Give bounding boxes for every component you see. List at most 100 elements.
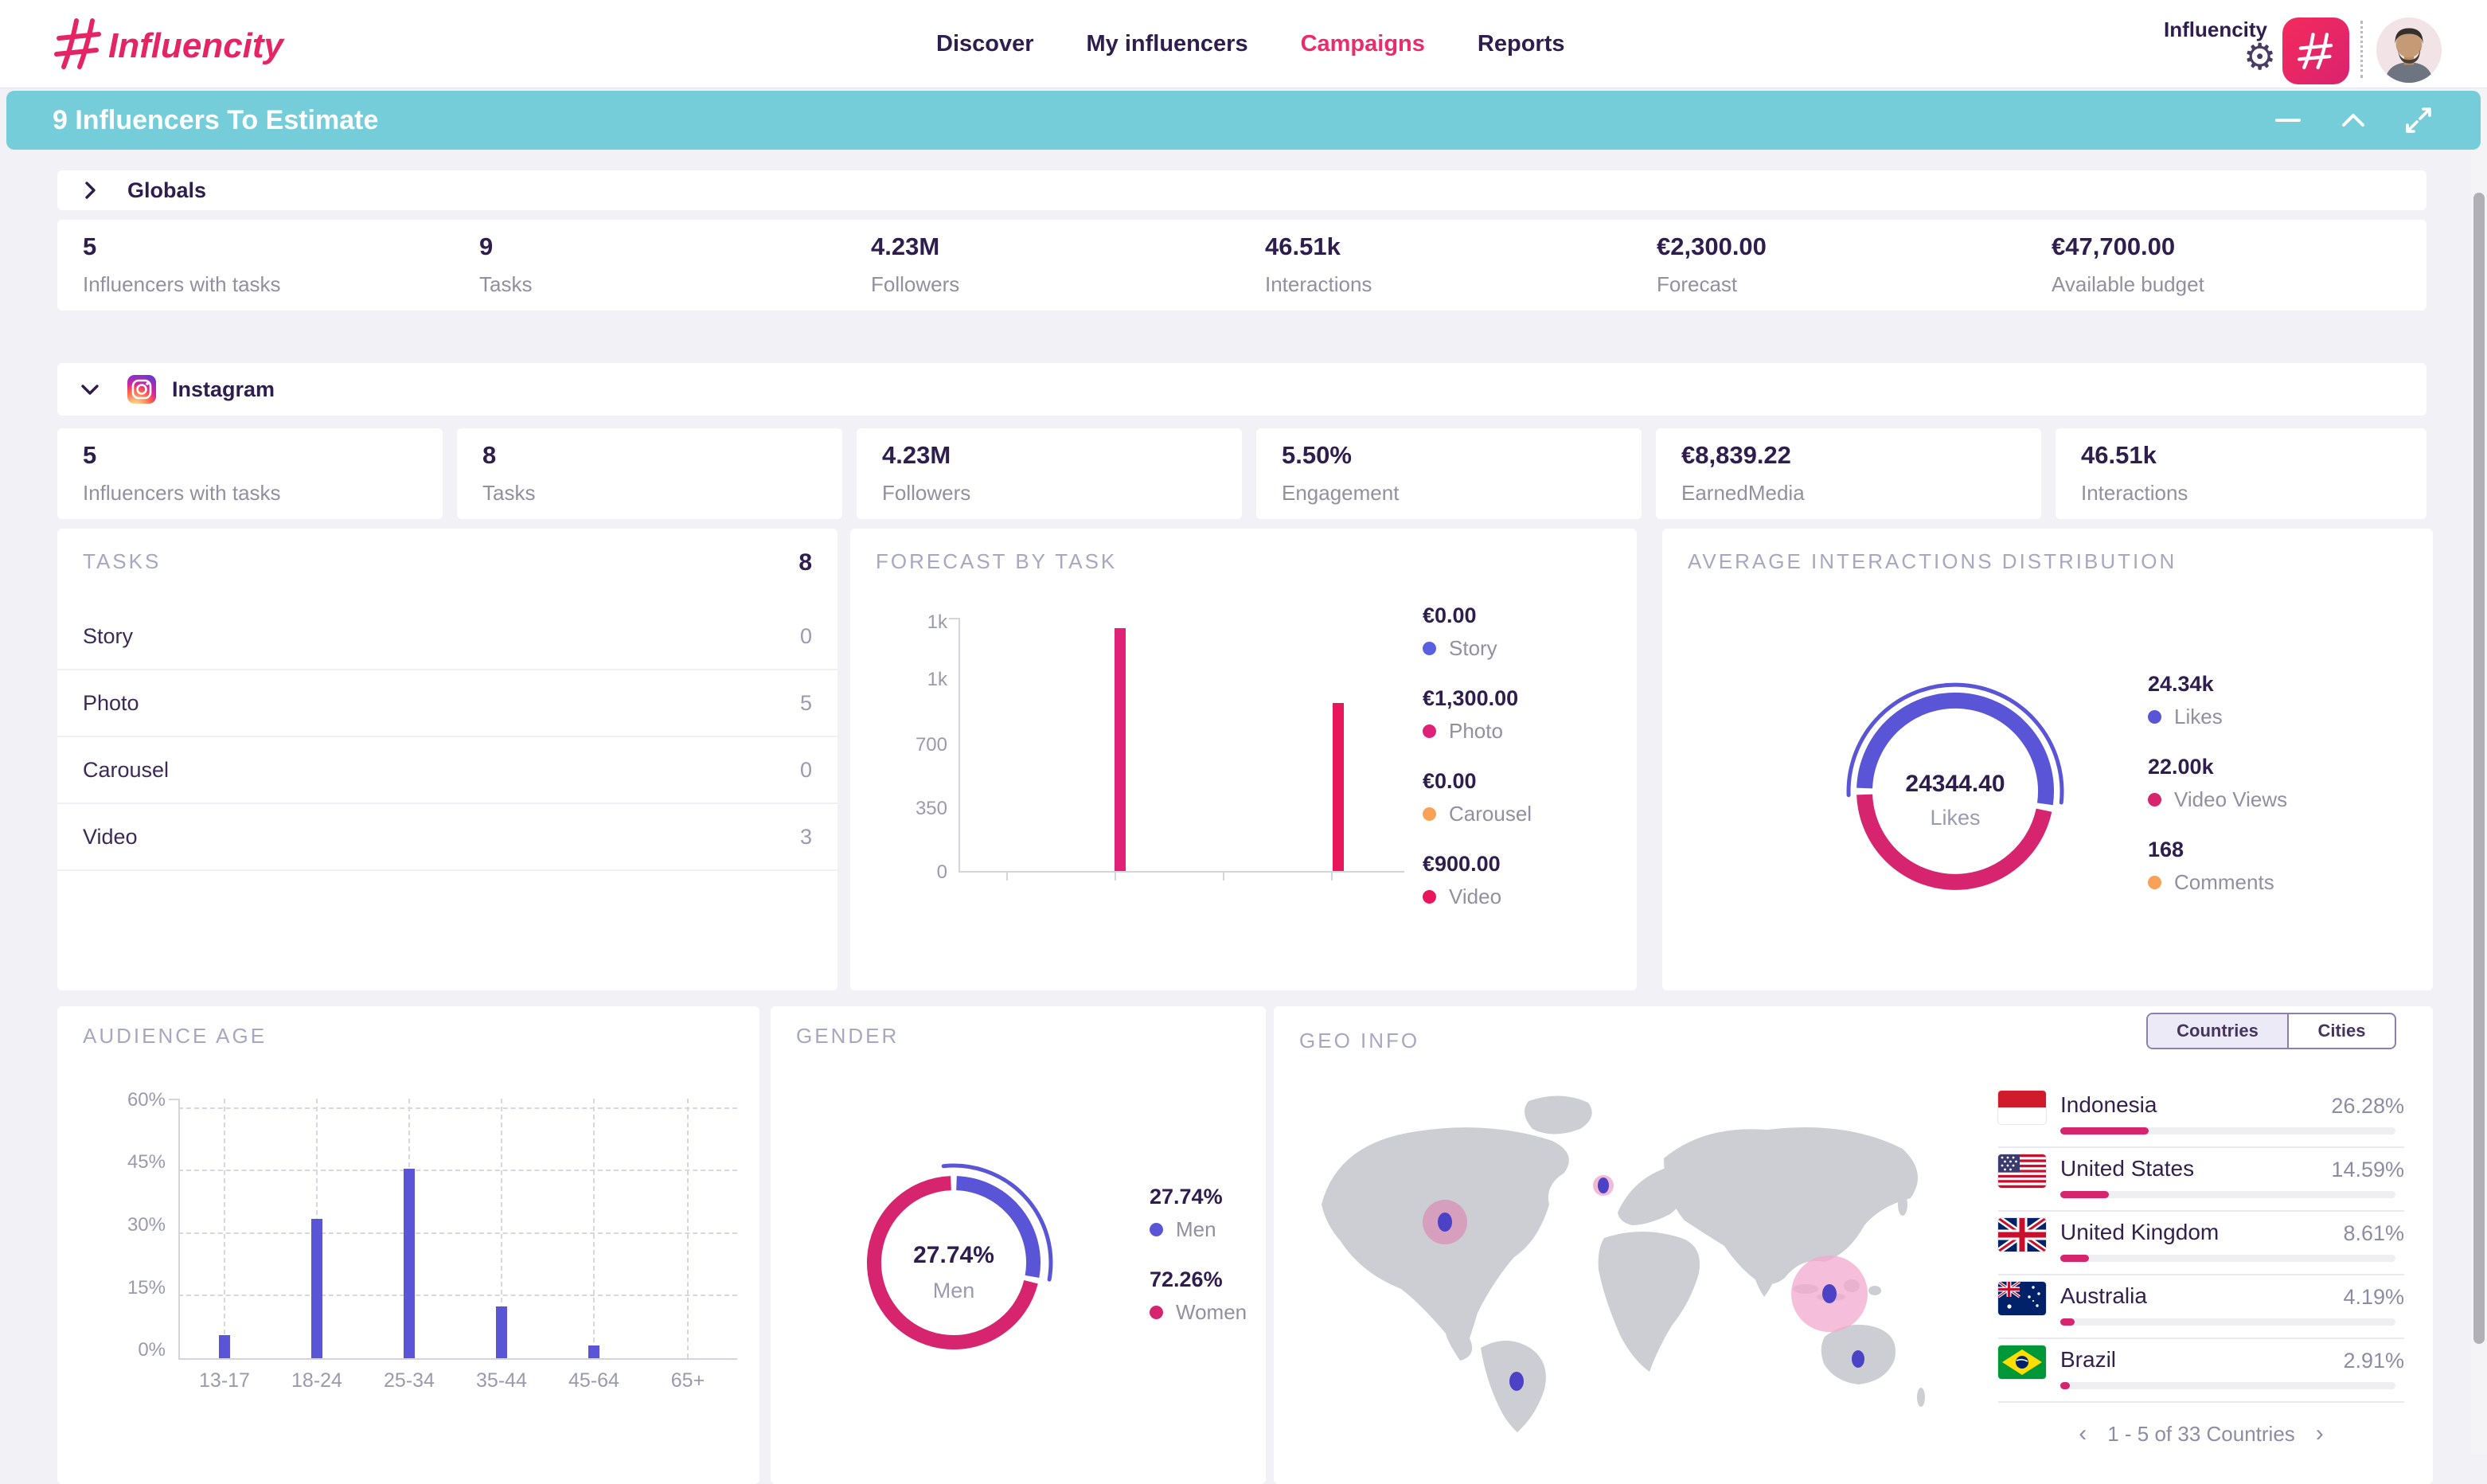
gender-panel: GENDER 27.74% Men 27.74% Men 72.26% Wome… [771,1006,1266,1484]
gridline [178,1232,737,1234]
y-tick-label: 1k [892,611,947,634]
gender-center-value: 27.74% [842,1242,1065,1269]
influencity-hash-icon[interactable] [2282,18,2349,84]
gear-icon[interactable]: ⚙ [2243,38,2276,75]
forecast-bar-video[interactable] [1333,703,1344,871]
influencity-logo[interactable]: Influencity [53,13,291,79]
country-progress-track [2060,1127,2395,1134]
country-name: Brazil [2060,1347,2116,1373]
x-tick [1006,873,1008,881]
stat-influencers-with-tasks: 5 Influencers with tasks [83,232,465,297]
map-japan [1898,1193,1907,1216]
task-row-photo[interactable]: Photo 5 [57,670,837,737]
collapse-icon[interactable] [2337,104,2369,136]
stat-label: Followers [871,272,1253,297]
tasks-panel: TASKS 8 Story 0 Photo 5 Carousel 0 Video… [57,529,837,990]
user-avatar[interactable] [2376,18,2442,83]
ig-stat-interactions-card: 46.51k Interactions [2056,428,2426,519]
country-percent: 14.59% [2331,1158,2404,1182]
task-row-carousel[interactable]: Carousel 0 [57,737,837,804]
nav-discover[interactable]: Discover [936,31,1034,57]
legend-likes: 24.34k Likes [2148,672,2223,729]
forecast-bar-photo[interactable] [1115,628,1126,871]
x-tick-label: 45-64 [558,1369,630,1392]
age-bar-25-34[interactable] [404,1169,415,1358]
country-row-united-states[interactable]: United States 14.59% [1998,1148,2404,1212]
chevron-down-icon[interactable] [80,379,100,400]
country-row-brazil[interactable]: Brazil 2.91% [1998,1339,2404,1403]
stat-value: 46.51k [2081,441,2463,470]
task-count: 0 [800,758,812,783]
instagram-header-card: Instagram [57,363,2426,416]
gridline [178,1107,737,1109]
forecast-panel-title: FORECAST BY TASK [876,549,1117,574]
stat-value: €8,839.22 [1681,441,2063,470]
scrollbar-thumb[interactable] [2473,193,2485,1344]
header-divider [2360,21,2363,78]
chevron-right-icon[interactable] [80,180,100,201]
map-marker-united-kingdom [1598,1177,1609,1193]
country-percent: 4.19% [2343,1285,2404,1310]
svg-text:Influencity: Influencity [108,26,286,65]
top-header: Influencity Discover My influencers Camp… [0,0,2487,88]
map-marker-australia [1852,1350,1864,1368]
age-bar-13-17[interactable] [219,1335,230,1358]
x-axis [178,1358,737,1360]
tasks-total-count: 8 [798,549,812,576]
minimize-icon[interactable] [2272,104,2304,136]
nav-my-influencers[interactable]: My influencers [1087,31,1248,57]
gridline [224,1099,225,1358]
world-map[interactable] [1290,1067,1942,1454]
gridline [178,1295,737,1296]
stat-available-budget: €47,700.00 Available budget [2052,232,2434,297]
nav-reports[interactable]: Reports [1478,31,1565,57]
pagination-label: 1 - 5 of 33 Countries [2107,1422,2295,1447]
age-bar-18-24[interactable] [311,1219,322,1358]
stat-value: 5 [83,441,465,470]
task-row-story[interactable]: Story 0 [57,603,837,670]
country-row-australia[interactable]: Australia 4.19% [1998,1275,2404,1339]
legend-label: Photo [1449,719,1503,744]
map-marker-united-states [1438,1213,1452,1232]
scrollbar-track[interactable] [2471,88,2487,1454]
country-row-indonesia[interactable]: Indonesia 26.28% [1998,1084,2404,1148]
comments-dot-icon [2148,876,2161,889]
age-bar-35-44[interactable] [496,1306,507,1358]
pagination-prev-icon[interactable]: ‹ [2079,1420,2087,1447]
age-bar-45-64[interactable] [588,1345,599,1358]
gender-center-label: Men [842,1279,1065,1303]
legend-value: €900.00 [1423,852,1501,877]
stat-followers: 4.23M Followers [871,232,1253,297]
toggle-cities[interactable]: Cities [2289,1014,2395,1048]
stat-value: €47,700.00 [2052,232,2434,261]
nav-campaigns[interactable]: Campaigns [1301,31,1425,57]
x-tick-label: 18-24 [281,1369,353,1392]
y-axis-top-tick [169,1099,180,1100]
stat-label: Interactions [1265,272,1647,297]
legend-label: Video [1449,885,1501,909]
x-tick-label: 65+ [652,1369,724,1392]
stat-label: Tasks [482,481,865,506]
tasks-panel-title: TASKS [83,549,161,574]
task-row-video[interactable]: Video 3 [57,804,837,871]
map-marker-indonesia [1822,1284,1837,1303]
x-tick-label: 13-17 [189,1369,260,1392]
task-label: Story [83,624,133,649]
instagram-section-title: Instagram [172,377,275,402]
country-progress-track [2060,1318,2395,1326]
story-dot-icon [1423,642,1436,655]
country-row-united-kingdom[interactable]: United Kingdom 8.61% [1998,1212,2404,1275]
united-kingdom-flag-icon [1998,1218,2046,1252]
legend-video: €900.00 Video [1423,852,1501,909]
legend-value: 168 [2148,838,2274,862]
stat-value: 5.50% [1282,441,1664,470]
pagination-next-icon[interactable]: › [2316,1420,2324,1447]
legend-label: Comments [2174,870,2274,895]
legend-value: 72.26% [1150,1267,1247,1292]
campaign-banner-title: 9 Influencers To Estimate [53,91,378,150]
toggle-countries[interactable]: Countries [2148,1014,2289,1048]
expand-icon[interactable] [2403,104,2434,136]
legend-label: Carousel [1449,802,1532,826]
legend-photo: €1,300.00 Photo [1423,686,1518,744]
legend-value: 22.00k [2148,755,2287,779]
